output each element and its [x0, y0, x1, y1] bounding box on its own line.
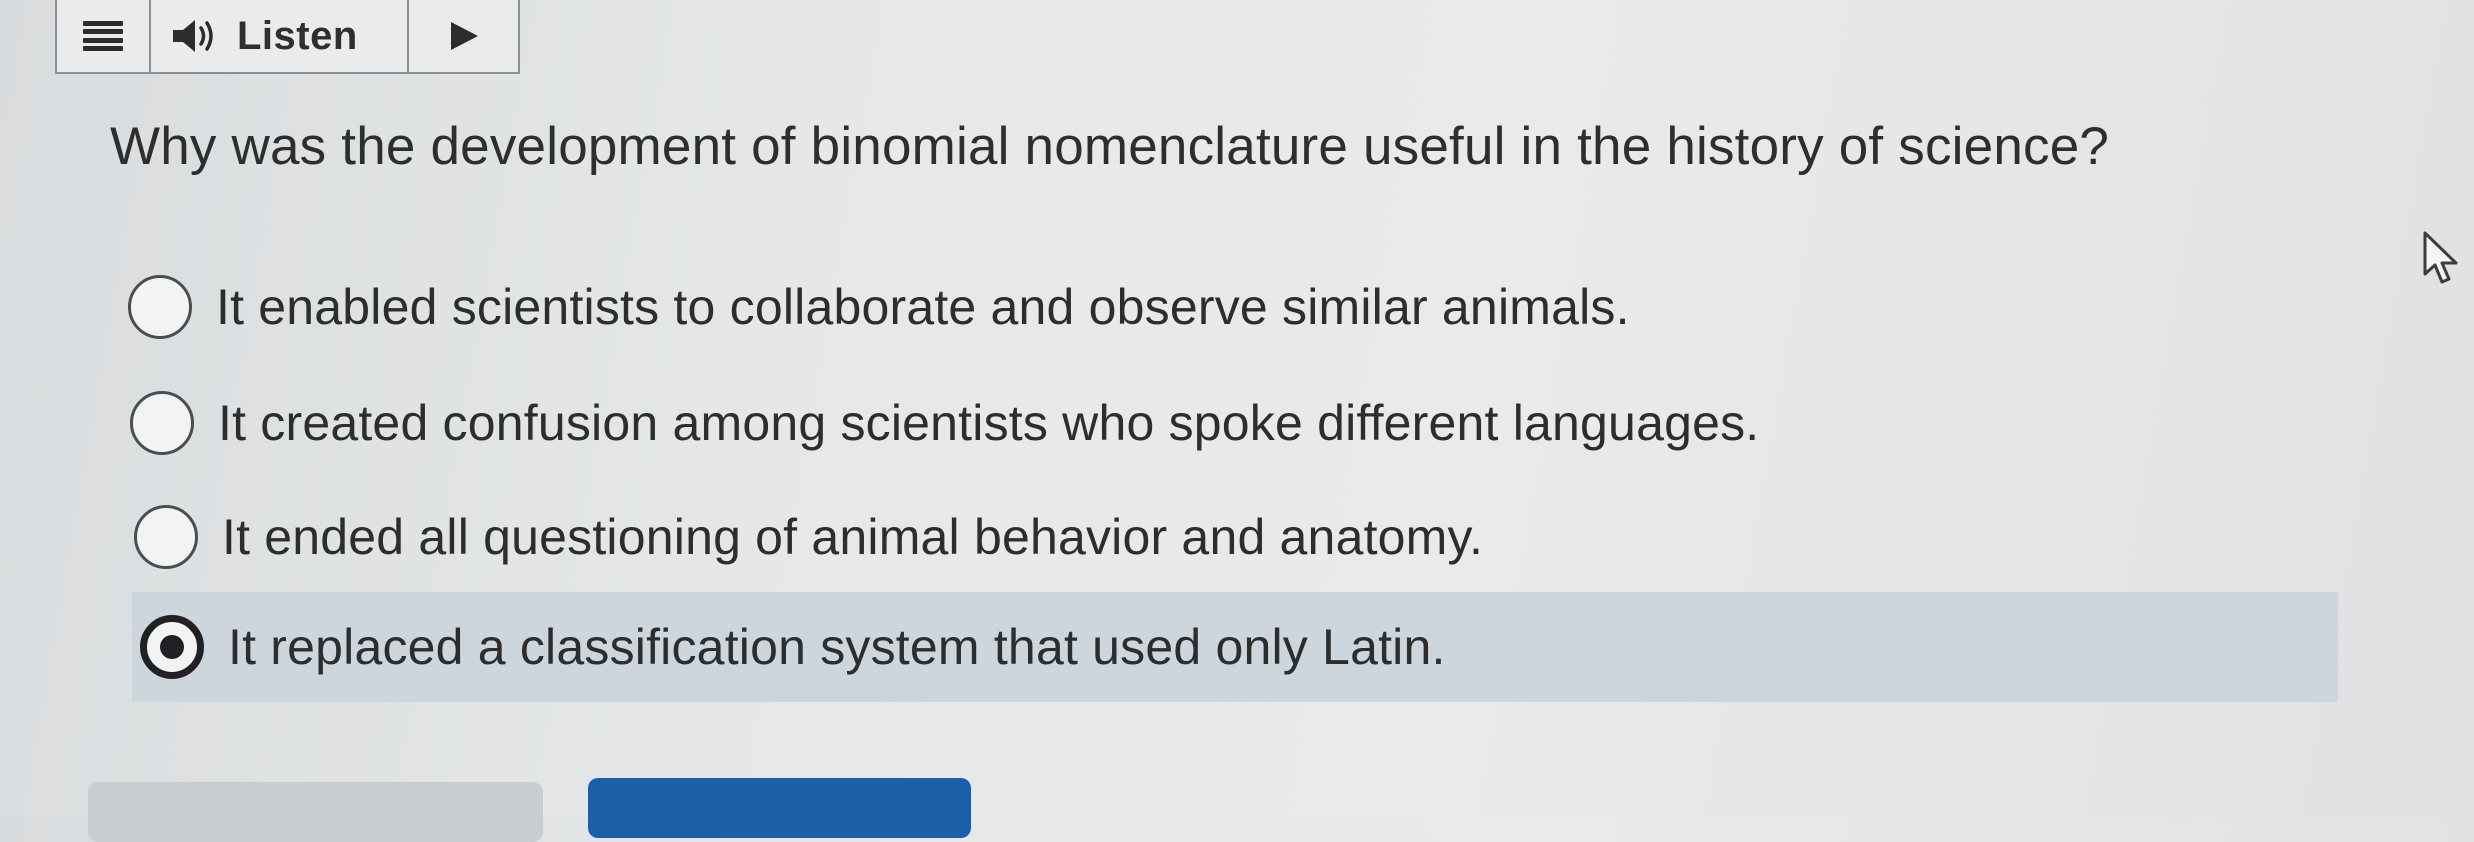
radio-button[interactable]	[130, 391, 194, 455]
answer-option-3[interactable]: It ended all questioning of animal behav…	[134, 482, 1483, 592]
answer-option-label: It enabled scientists to collaborate and…	[216, 279, 1630, 335]
answer-options: It enabled scientists to collaborate and…	[0, 0, 2474, 817]
radio-button-selected[interactable]	[140, 615, 204, 679]
mouse-cursor-icon	[2423, 231, 2458, 284]
answer-option-label: It replaced a classification system that…	[228, 619, 1446, 675]
answer-option-2[interactable]: It created confusion among scientists wh…	[130, 368, 1759, 478]
answer-option-1[interactable]: It enabled scientists to collaborate and…	[128, 252, 1630, 362]
answer-option-4[interactable]: It replaced a classification system that…	[132, 592, 2338, 702]
answer-option-label: It ended all questioning of animal behav…	[222, 509, 1484, 565]
radio-button[interactable]	[128, 275, 192, 339]
next-button[interactable]	[588, 778, 971, 838]
answer-option-label: It created confusion among scientists wh…	[218, 395, 1760, 451]
back-button[interactable]	[88, 782, 543, 842]
radio-button[interactable]	[134, 505, 198, 569]
